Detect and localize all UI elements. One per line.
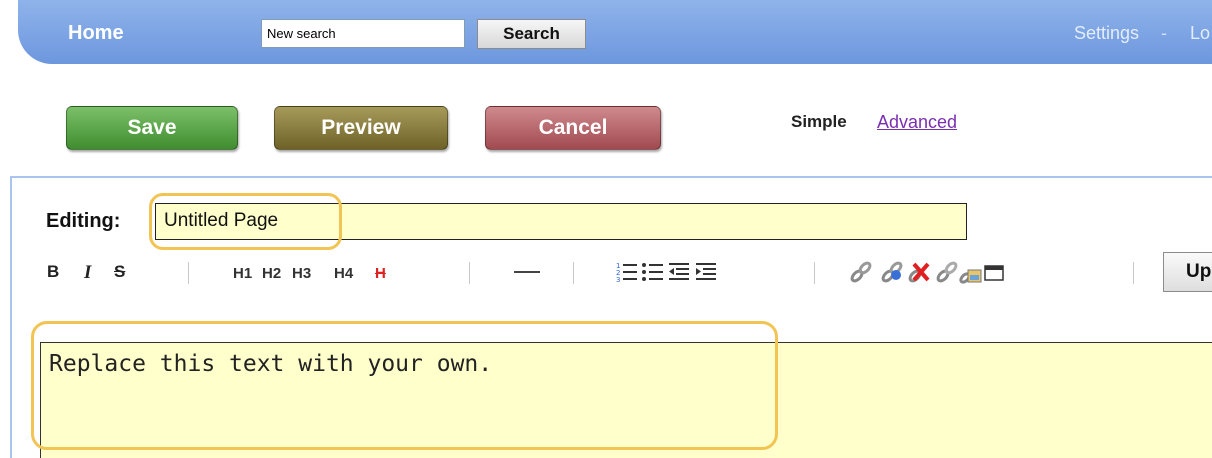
remove-heading-icon[interactable]: H — [375, 265, 386, 282]
cancel-button[interactable]: Cancel — [485, 106, 661, 150]
h4-icon[interactable]: H4 — [334, 265, 353, 282]
strikethrough-icon[interactable]: S — [114, 262, 125, 282]
horizontal-rule-icon[interactable] — [512, 258, 542, 286]
bold-icon[interactable]: B — [47, 262, 59, 282]
body-highlight — [31, 321, 778, 450]
svg-text:3: 3 — [616, 276, 620, 284]
italic-icon[interactable]: I — [84, 262, 91, 284]
image-icon[interactable] — [957, 258, 983, 286]
unlink-icon[interactable] — [906, 258, 932, 286]
toolbar-divider — [188, 262, 189, 284]
nav-home-link[interactable]: Home — [68, 22, 124, 45]
outdent-icon[interactable] — [667, 258, 693, 286]
h2-icon[interactable]: H2 — [262, 265, 281, 282]
h3-icon[interactable]: H3 — [292, 265, 311, 282]
preview-button[interactable]: Preview — [274, 106, 448, 150]
editing-label: Editing: — [46, 210, 121, 232]
indent-icon[interactable] — [694, 258, 720, 286]
bullet-list-icon[interactable] — [641, 258, 667, 286]
upload-button[interactable]: Up — [1163, 252, 1212, 292]
toolbar-divider — [469, 262, 470, 284]
toolbar-divider — [1133, 262, 1134, 284]
search-button[interactable]: Search — [477, 19, 586, 49]
h1-icon[interactable]: H1 — [233, 265, 252, 282]
search-input[interactable] — [261, 19, 465, 48]
toolbar-divider — [573, 262, 574, 284]
link-icon[interactable] — [848, 258, 874, 286]
nav-separator: - — [1161, 23, 1167, 43]
save-button[interactable]: Save — [66, 106, 238, 150]
mode-simple-label: Simple — [791, 112, 847, 131]
nav-logout-link[interactable]: Lo — [1190, 23, 1210, 44]
table-icon[interactable] — [982, 258, 1008, 286]
mode-advanced-link[interactable]: Advanced — [877, 112, 957, 133]
top-nav-bar: Home Search Settings - Lo — [18, 0, 1212, 64]
title-highlight — [149, 193, 342, 250]
nav-settings-link[interactable]: Settings — [1074, 23, 1139, 44]
toolbar-divider — [814, 262, 815, 284]
numbered-list-icon[interactable]: 1 2 3 — [615, 258, 641, 286]
editor-page: Home Search Settings - Lo Save Preview C… — [0, 0, 1212, 458]
link-anchor-icon[interactable] — [879, 258, 905, 286]
